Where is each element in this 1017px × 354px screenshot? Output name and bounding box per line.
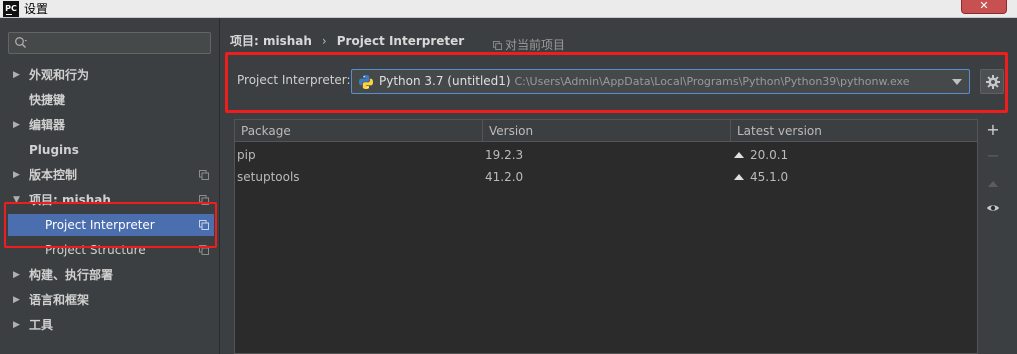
breadcrumb-page: Project Interpreter xyxy=(336,34,465,48)
upgrade-arrow-icon xyxy=(734,174,744,180)
sidebar-item-plugins[interactable]: Plugins xyxy=(0,139,220,161)
expand-arrow-icon[interactable]: ▶ xyxy=(13,289,20,311)
sidebar-item-label: 快捷键 xyxy=(29,93,66,107)
column-header-version[interactable]: Version xyxy=(483,120,731,141)
upgrade-arrow-icon xyxy=(988,181,998,187)
expand-arrow-icon[interactable]: ▶ xyxy=(13,164,20,186)
sidebar-item-build-execution-deployment[interactable]: ▶ 构建、执行部署 xyxy=(0,264,220,286)
breadcrumb: 项目: mishah › Project Interpreter xyxy=(230,32,464,49)
scope-label: 对当前项目 xyxy=(505,38,566,52)
expand-arrow-icon[interactable]: ▶ xyxy=(13,314,20,336)
title-bar: PC 设置 ✕ xyxy=(0,0,1017,18)
expand-arrow-icon[interactable]: ▶ xyxy=(13,64,20,86)
red-highlight-box xyxy=(4,202,217,248)
package-version: 19.2.3 xyxy=(485,148,524,162)
interpreter-settings-button[interactable] xyxy=(980,69,1004,94)
table-row[interactable]: pip 19.2.3 20.0.1 xyxy=(235,144,977,166)
package-latest-version: 45.1.0 xyxy=(734,166,788,188)
close-button[interactable]: ✕ xyxy=(961,0,1007,14)
eye-icon xyxy=(987,205,999,211)
sidebar-item-label: Plugins xyxy=(29,143,79,157)
package-toolbar: + − xyxy=(980,119,1006,249)
interpreter-name: Python 3.7 (untitled1) xyxy=(379,74,511,88)
settings-sidebar: ▶ 外观和行为 快捷键 ▶ 编辑器 Plugins ▶ 版本控制 ▼ 项目: m… xyxy=(0,18,220,354)
expand-arrow-icon[interactable]: ▶ xyxy=(13,114,20,136)
sidebar-item-editor[interactable]: ▶ 编辑器 xyxy=(0,114,220,136)
copy-icon xyxy=(493,41,502,50)
interpreter-path: C:\Users\Admin\AppData\Local\Programs\Py… xyxy=(514,75,910,88)
chevron-down-icon[interactable] xyxy=(952,79,962,85)
breadcrumb-separator: › xyxy=(321,34,327,48)
sidebar-item-label: 语言和框架 xyxy=(29,293,90,307)
sidebar-item-label: 外观和行为 xyxy=(29,68,90,82)
latest-version-value: 45.1.0 xyxy=(750,170,789,184)
table-header: Package Version Latest version xyxy=(235,120,977,142)
add-package-button[interactable]: + xyxy=(982,119,1004,141)
pycharm-logo-icon: PC xyxy=(3,1,19,17)
search-icon xyxy=(15,37,27,49)
sidebar-item-languages-frameworks[interactable]: ▶ 语言和框架 xyxy=(0,289,220,311)
package-table: Package Version Latest version pip 19.2.… xyxy=(234,119,978,354)
upgrade-package-button[interactable] xyxy=(982,171,1004,193)
scope-indicator: 对当前项目 xyxy=(493,36,565,53)
interpreter-value: Python 3.7 (untitled1) C:\Users\Admin\Ap… xyxy=(379,74,909,88)
package-latest-version: 20.0.1 xyxy=(734,144,788,166)
window-title: 设置 xyxy=(24,2,49,16)
interpreter-row-highlight: Project Interpreter: Python 3.7 (untitle… xyxy=(225,52,1008,113)
sidebar-item-keymap[interactable]: 快捷键 xyxy=(0,89,220,111)
sidebar-item-appearance[interactable]: ▶ 外观和行为 xyxy=(0,64,220,86)
search-input[interactable] xyxy=(8,32,211,54)
expand-arrow-icon[interactable]: ▶ xyxy=(13,264,20,286)
package-version: 41.2.0 xyxy=(485,170,524,184)
upgrade-arrow-icon xyxy=(734,152,744,158)
column-header-package[interactable]: Package xyxy=(235,120,483,141)
sidebar-item-label: 编辑器 xyxy=(29,118,66,132)
latest-version-value: 20.0.1 xyxy=(750,148,789,162)
package-name: setuptools xyxy=(237,170,300,184)
sidebar-item-label: 版本控制 xyxy=(29,168,78,182)
package-name: pip xyxy=(237,148,256,162)
sidebar-item-label: 工具 xyxy=(29,318,54,332)
table-row[interactable]: setuptools 41.2.0 45.1.0 xyxy=(235,166,977,188)
interpreter-dropdown[interactable]: Python 3.7 (untitled1) C:\Users\Admin\Ap… xyxy=(351,69,970,94)
copy-icon xyxy=(199,170,209,180)
remove-package-button[interactable]: − xyxy=(982,145,1004,167)
breadcrumb-project: 项目: mishah xyxy=(230,34,312,48)
column-header-latest-version[interactable]: Latest version xyxy=(731,120,977,141)
sidebar-item-label: 构建、执行部署 xyxy=(29,268,114,282)
sidebar-item-version-control[interactable]: ▶ 版本控制 xyxy=(0,164,220,186)
sidebar-item-tools[interactable]: ▶ 工具 xyxy=(0,314,220,336)
show-early-releases-button[interactable] xyxy=(982,197,1004,219)
gear-icon xyxy=(986,75,1000,89)
python-icon xyxy=(359,75,373,89)
interpreter-label: Project Interpreter: xyxy=(237,73,351,87)
main-panel: 项目: mishah › Project Interpreter 对当前项目 Pro… xyxy=(221,18,1017,354)
